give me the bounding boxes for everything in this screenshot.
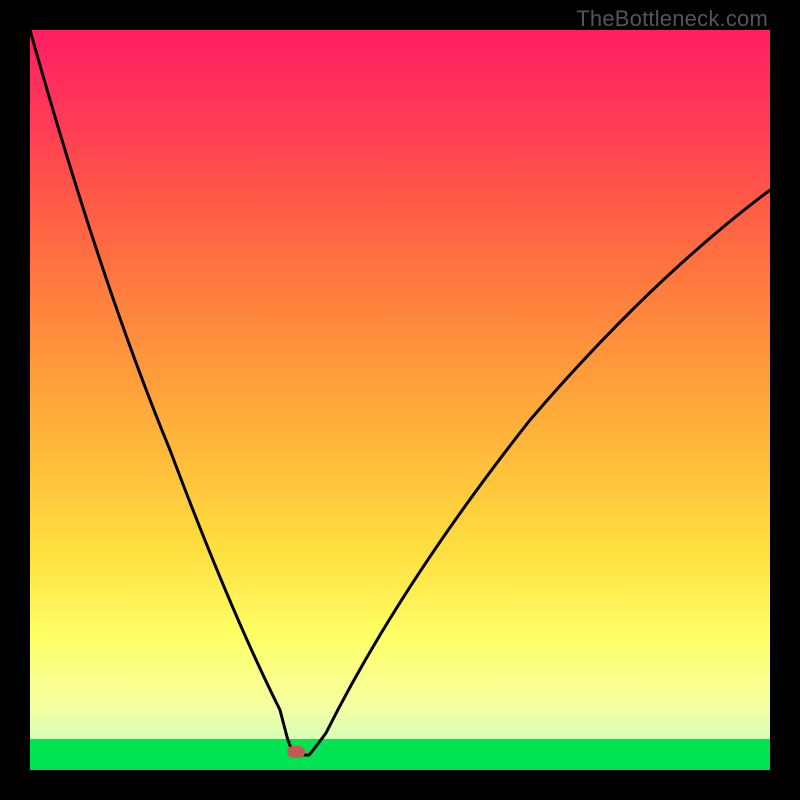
curve-svg: [30, 30, 770, 770]
watermark-text: TheBottleneck.com: [576, 6, 768, 32]
plot-area: [30, 30, 770, 770]
deviation-curve: [30, 30, 770, 755]
chart-frame: TheBottleneck.com: [0, 0, 800, 800]
bottleneck-marker: [287, 746, 305, 758]
